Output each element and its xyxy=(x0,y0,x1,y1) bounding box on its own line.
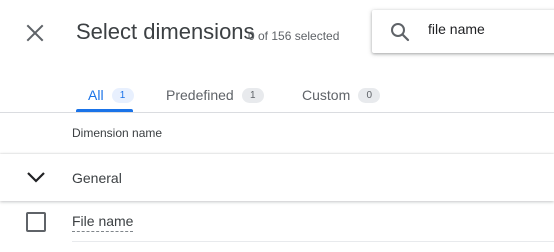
tab-all[interactable]: All 1 xyxy=(88,80,134,110)
search-icon xyxy=(391,23,410,42)
close-icon xyxy=(26,24,44,42)
tabs-divider xyxy=(0,112,554,113)
column-header-dimension-name: Dimension name xyxy=(72,126,163,140)
group-row-general[interactable]: General xyxy=(0,154,554,201)
tab-predefined-count: 1 xyxy=(241,87,264,103)
dimension-item-file-name[interactable]: File name xyxy=(72,213,134,232)
file-name-checkbox[interactable] xyxy=(26,212,46,232)
search-input[interactable] xyxy=(428,21,548,37)
chevron-down-icon[interactable] xyxy=(26,170,46,184)
row-divider xyxy=(72,241,554,242)
selection-count: 0 of 156 selected xyxy=(248,29,340,43)
tab-predefined-label: Predefined xyxy=(166,87,234,103)
tab-predefined[interactable]: Predefined 1 xyxy=(166,80,264,110)
tab-all-label: All xyxy=(88,87,104,103)
tab-custom-label: Custom xyxy=(302,87,351,103)
tab-custom-count: 0 xyxy=(358,87,381,103)
close-button[interactable] xyxy=(24,22,46,44)
group-label: General xyxy=(72,170,122,186)
search-box[interactable] xyxy=(372,10,554,53)
tab-custom[interactable]: Custom 0 xyxy=(302,80,381,110)
dialog-title: Select dimensions xyxy=(76,19,255,44)
tab-all-count: 1 xyxy=(111,87,134,103)
